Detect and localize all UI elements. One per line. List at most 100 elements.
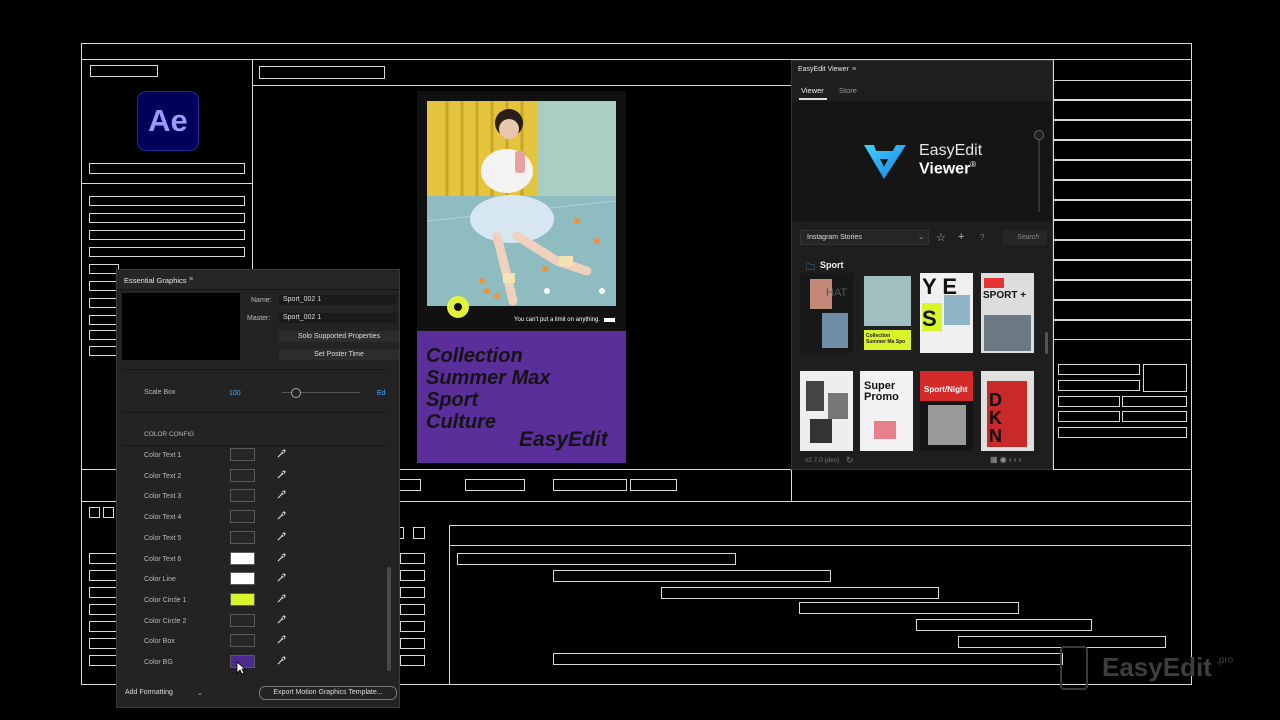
name-field[interactable]: Sport_002 1	[279, 295, 397, 305]
color-property-label: Color Text 6	[144, 555, 182, 563]
color-swatch[interactable]	[230, 448, 255, 461]
template-tile[interactable]: SPORT +	[981, 273, 1034, 353]
eyedropper-icon[interactable]	[277, 511, 286, 522]
wf-box	[630, 479, 677, 491]
help-icon[interactable]: ?	[980, 233, 984, 242]
add-icon[interactable]: +	[958, 231, 964, 243]
color-swatch[interactable]	[230, 572, 255, 586]
timeline-bar	[661, 587, 939, 599]
tile-label: Y E S	[922, 274, 958, 331]
wf-box	[1053, 120, 1192, 140]
template-tile[interactable]: Super Promo	[860, 371, 913, 451]
wf-box	[1058, 411, 1120, 422]
eyedropper-icon[interactable]	[277, 594, 286, 605]
preview-line-3: Sport	[426, 389, 479, 411]
viewer-scrollbar[interactable]	[1045, 332, 1048, 354]
export-mogrt-button[interactable]: Export Motion Graphics Template...	[259, 686, 397, 700]
grid-view-icon[interactable]: ▦ ◉ ‹ ‹ ‹	[990, 455, 1021, 464]
color-swatch[interactable]	[230, 551, 255, 565]
search-input[interactable]: Search	[1003, 230, 1047, 245]
template-tile[interactable]: DKN	[981, 371, 1034, 451]
circle-accent	[447, 296, 469, 318]
color-property-row: Color Circle 1	[117, 591, 387, 611]
color-swatch[interactable]	[230, 530, 255, 544]
color-swatch[interactable]	[230, 489, 255, 503]
category-title: Sport	[820, 260, 844, 270]
scale-edit-link[interactable]: Ed	[377, 390, 386, 397]
zoom-slider-track[interactable]	[1038, 132, 1040, 212]
wf-box	[1053, 240, 1192, 260]
wf-box	[89, 281, 119, 291]
category-select[interactable]: Instagram Stories	[800, 230, 929, 245]
template-tile[interactable]	[800, 371, 853, 451]
template-tile[interactable]: HAT	[800, 273, 853, 353]
wf-box	[1053, 260, 1192, 280]
wf-box	[1053, 300, 1192, 320]
eyedropper-icon[interactable]	[277, 532, 286, 543]
add-formatting-dropdown[interactable]: Add Formatting	[125, 689, 173, 696]
eyedropper-icon[interactable]	[277, 614, 286, 626]
scale-box-value[interactable]: 100	[229, 390, 241, 397]
preview-line-2: Summer Max	[426, 367, 551, 389]
wf-box	[1053, 100, 1192, 120]
color-property-row: Color BG	[117, 653, 387, 673]
color-property-row: Color Text 3	[117, 487, 387, 507]
wf-box	[89, 213, 245, 223]
wf-box	[400, 621, 425, 632]
wf-box	[89, 638, 117, 649]
color-property-label: Color Box	[144, 638, 175, 646]
wf-box	[89, 298, 119, 308]
wf-box	[1122, 411, 1187, 422]
solo-supported-properties-button[interactable]: Solo Supported Properties	[279, 331, 399, 342]
eyedropper-icon[interactable]	[277, 635, 286, 646]
frame-line	[791, 469, 792, 501]
panel-menu-icon[interactable]: ≡	[189, 276, 193, 283]
template-tile[interactable]: Collection Summer Ma Spo	[861, 273, 914, 353]
wf-box	[89, 570, 117, 581]
eyedropper-icon[interactable]	[277, 656, 286, 667]
eyedropper-icon[interactable]	[277, 490, 286, 501]
tile-label: Collection Summer Ma Spo	[866, 333, 906, 345]
color-property-label: Color Line	[144, 576, 176, 584]
favorite-star-icon[interactable]: ☆	[936, 231, 946, 244]
name-label: Name:	[251, 297, 272, 304]
color-swatch[interactable]	[230, 613, 255, 627]
wf-box	[89, 264, 119, 274]
eyedropper-icon[interactable]	[277, 552, 286, 564]
eyedropper-icon[interactable]	[277, 449, 286, 460]
tab-viewer[interactable]: Viewer	[801, 86, 824, 95]
wf-box	[465, 479, 525, 491]
eyedropper-icon[interactable]	[277, 469, 286, 481]
viewer-menu-icon[interactable]: ≡	[852, 66, 856, 73]
zoom-slider-knob[interactable]	[1034, 130, 1044, 140]
template-tile[interactable]: Sport/Night	[920, 371, 973, 451]
tab-store[interactable]: Store	[839, 86, 857, 95]
wf-box	[413, 527, 425, 539]
timeline-bar	[916, 619, 1092, 631]
color-property-row: Color Text 1	[117, 446, 387, 466]
divider	[122, 412, 388, 413]
line-accent	[604, 318, 615, 322]
scale-slider-knob[interactable]	[291, 388, 301, 398]
template-tile[interactable]: Y E S	[920, 273, 973, 353]
master-field[interactable]: Sport_002 1	[279, 313, 397, 323]
wf-box	[1053, 280, 1192, 300]
wf-box	[89, 163, 245, 174]
scale-box-label: Scale Box	[144, 389, 176, 396]
eyedropper-icon[interactable]	[277, 573, 286, 584]
color-swatch[interactable]	[230, 634, 255, 648]
chevron-down-icon[interactable]: ⌄	[197, 689, 203, 697]
panel-title: Essential Graphics	[124, 276, 187, 285]
color-property-label: Color Text 5	[144, 534, 182, 542]
color-swatch[interactable]	[230, 510, 255, 524]
viewer-logo-line1: EasyEdit	[919, 142, 983, 159]
color-swatch[interactable]	[230, 592, 255, 606]
color-swatch[interactable]	[230, 468, 255, 482]
color-property-row: Color Text 2	[117, 467, 387, 487]
panel-scrollbar[interactable]	[387, 567, 391, 671]
refresh-icon[interactable]: ↻	[846, 455, 854, 466]
wf-box	[400, 604, 425, 615]
wf-box	[89, 604, 117, 615]
set-poster-time-button[interactable]: Set Poster Time	[279, 349, 399, 360]
timeline-bar	[457, 553, 736, 565]
